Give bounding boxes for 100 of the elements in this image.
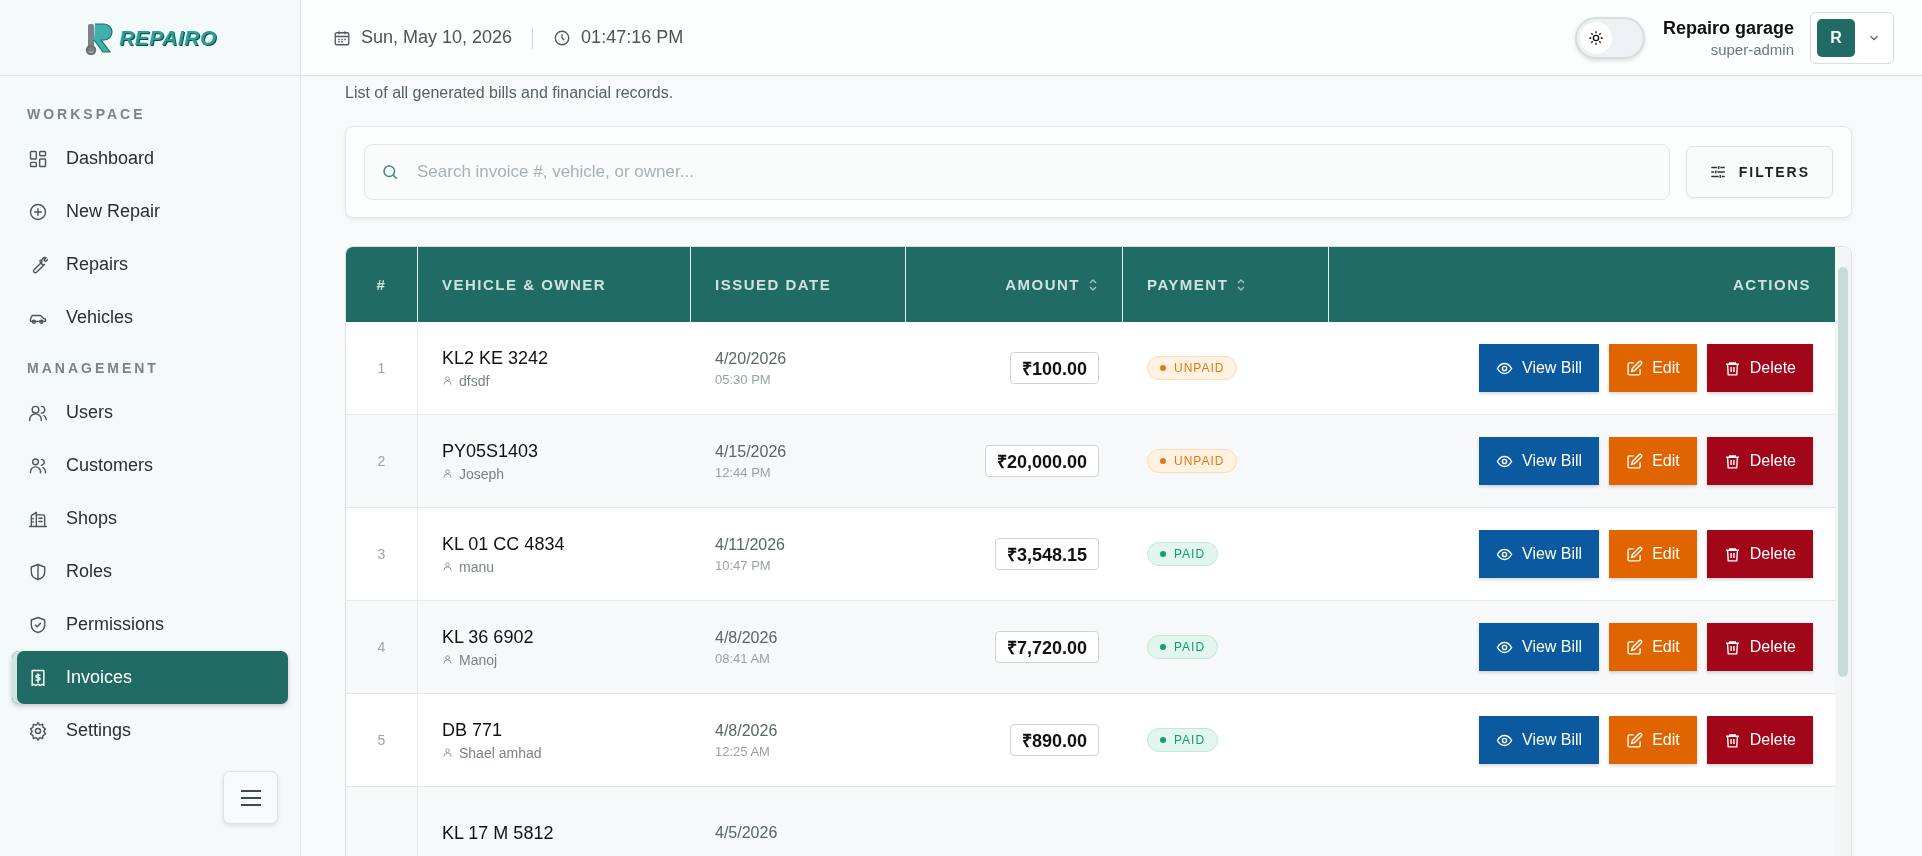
sidebar-item[interactable]: Invoices — [12, 651, 288, 704]
pencil-icon — [1626, 545, 1644, 563]
section-heading: WORKSPACE — [26, 105, 147, 124]
gear-icon — [28, 720, 48, 741]
section-heading: MANAGEMENT — [26, 359, 160, 378]
delete-button[interactable]: Delete — [1706, 437, 1813, 485]
delete-button[interactable]: Delete — [1706, 530, 1813, 578]
filters-button[interactable]: FILTERS — [1685, 146, 1833, 198]
plus-icon — [28, 201, 48, 222]
menu-icon — [239, 788, 262, 807]
menu-button[interactable] — [223, 771, 278, 824]
row-number: 1 — [377, 360, 386, 376]
person-icon — [442, 654, 453, 665]
vehicle-number: KL 17 M 5812 — [442, 822, 554, 844]
person-icon — [442, 468, 453, 479]
issued-time: 05:30 PM — [715, 371, 771, 387]
delete-button[interactable]: Delete — [1706, 623, 1813, 671]
amount-tag: ₹890.00 — [1009, 724, 1099, 756]
theme-toggle[interactable] — [1574, 16, 1645, 59]
search-input[interactable]: Search invoice #, vehicle, or owner... — [415, 161, 1653, 183]
sidebar-item[interactable]: Dashboard — [12, 132, 288, 185]
trash-icon — [1723, 359, 1741, 377]
amount-tag: ₹100.00 — [1009, 352, 1099, 384]
edit-button[interactable]: Edit — [1609, 623, 1697, 671]
sidebar-item[interactable]: Roles — [12, 545, 288, 598]
user-role: super-admin — [1710, 40, 1794, 58]
payment-status-badge: UNPAID — [1147, 449, 1238, 473]
issued-date: 4/8/2026 — [715, 721, 778, 740]
delete-button[interactable]: Delete — [1706, 716, 1813, 764]
sidebar-item[interactable]: Permissions — [12, 598, 288, 651]
sidebar-item[interactable]: Users — [12, 386, 288, 439]
vehicle-number: KL 36 6902 — [442, 626, 534, 648]
grid-icon — [28, 148, 48, 169]
amount-tag: ₹7,720.00 — [994, 631, 1099, 663]
issued-time: 08:41 AM — [715, 650, 770, 666]
row-number: 2 — [377, 453, 386, 469]
issued-date: 4/20/2026 — [715, 349, 787, 368]
sidebar-item[interactable]: Vehicles — [12, 291, 288, 344]
current-time: 01:47:16 PM — [581, 27, 684, 48]
clock-icon — [553, 28, 572, 47]
page-subtitle: List of all generated bills and financial records. — [345, 84, 675, 102]
sidebar-item[interactable]: Shops — [12, 492, 288, 545]
owner-name: manu — [442, 558, 495, 575]
trash-icon — [1723, 545, 1741, 563]
row-number: 5 — [377, 732, 386, 748]
payment-status-badge: PAID — [1147, 542, 1219, 566]
search-field[interactable]: Search invoice #, vehicle, or owner... — [364, 144, 1670, 200]
view-button[interactable]: View Bill — [1479, 344, 1600, 392]
row-number: 3 — [377, 546, 386, 562]
vehicle-number: KL 01 CC 4834 — [442, 533, 565, 555]
issued-date: 4/8/2026 — [715, 628, 778, 647]
receipt-icon — [28, 667, 48, 688]
sun-icon — [1587, 29, 1604, 46]
shield-icon — [28, 561, 48, 582]
user-name: Repairo garage — [1662, 17, 1794, 39]
vehicle-number: PY05S1403 — [442, 440, 539, 462]
column-header: ACTIONS — [1732, 275, 1812, 295]
view-button[interactable]: View Bill — [1479, 530, 1600, 578]
edit-button[interactable]: Edit — [1609, 716, 1697, 764]
sidebar-item[interactable]: New Repair — [12, 185, 288, 238]
trash-icon — [1723, 638, 1741, 656]
vehicle-number: DB 771 — [442, 719, 503, 741]
view-button[interactable]: View Bill — [1479, 437, 1600, 485]
sidebar-item[interactable]: Settings — [12, 704, 288, 757]
vehicle-number: KL2 KE 3242 — [442, 347, 549, 369]
row-number: 4 — [377, 639, 386, 655]
person-icon — [442, 561, 453, 572]
avatar: R — [1817, 18, 1855, 57]
account-menu[interactable]: R — [1810, 11, 1894, 64]
search-icon — [381, 163, 399, 181]
owner-name: Manoj — [442, 651, 498, 668]
issued-date: 4/5/2026 — [715, 824, 778, 842]
owner-name: dfsdf — [442, 372, 490, 389]
sliders-icon — [1708, 163, 1727, 181]
payment-status-badge: UNPAID — [1147, 356, 1238, 380]
trash-icon — [1723, 731, 1741, 749]
issued-date: 4/11/2026 — [715, 535, 785, 554]
issued-time: 10:47 PM — [715, 557, 771, 573]
shieldcheck-icon — [28, 614, 48, 635]
issued-time: 12:44 PM — [715, 464, 771, 480]
sidebar-item[interactable]: Repairs — [12, 238, 288, 291]
edit-button[interactable]: Edit — [1609, 437, 1697, 485]
edit-button[interactable]: Edit — [1609, 344, 1697, 392]
issued-time: 12:25 AM — [715, 743, 770, 759]
payment-status-badge: PAID — [1147, 635, 1219, 659]
pencil-icon — [1626, 359, 1644, 377]
person-icon — [442, 747, 453, 758]
edit-button[interactable]: Edit — [1609, 530, 1697, 578]
sidebar-item[interactable]: Customers — [12, 439, 288, 492]
calendar-icon — [333, 28, 351, 47]
person-icon — [442, 375, 453, 386]
pencil-icon — [1626, 731, 1644, 749]
owner-name: Joseph — [442, 465, 505, 482]
payment-status-badge: PAID — [1147, 728, 1219, 752]
scrollbar[interactable] — [1835, 247, 1851, 856]
view-button[interactable]: View Bill — [1479, 716, 1600, 764]
view-button[interactable]: View Bill — [1479, 623, 1600, 671]
delete-button[interactable]: Delete — [1706, 344, 1813, 392]
trash-icon — [1723, 452, 1741, 470]
owner-name: Shael amhad — [442, 744, 542, 761]
